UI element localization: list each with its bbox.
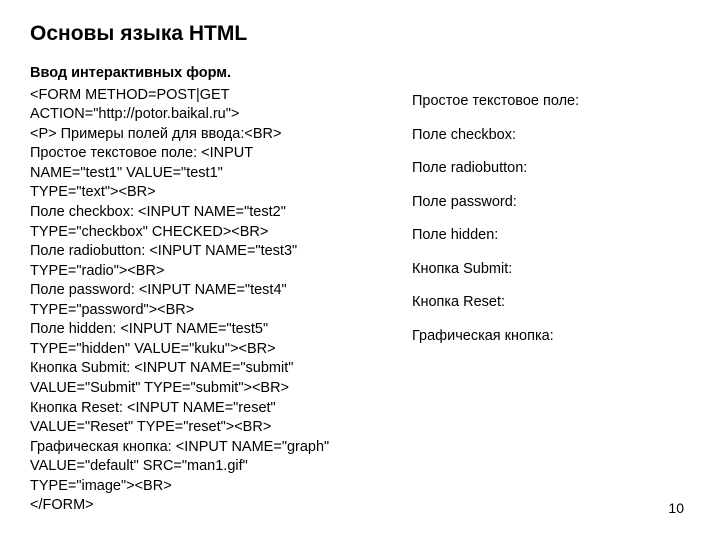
code-line: VALUE="default" SRC="man1.gif"	[30, 457, 372, 477]
left-column: Ввод интерактивных форм. <FORM METHOD=PO…	[30, 64, 372, 516]
output-label: Простое текстовое поле:	[412, 92, 682, 112]
output-label: Поле hidden:	[412, 226, 682, 246]
code-line: Поле radiobutton: <INPUT NAME="test3"	[30, 242, 372, 262]
code-line: Поле hidden: <INPUT NAME="test5"	[30, 320, 372, 340]
code-line: TYPE="hidden" VALUE="kuku"><BR>	[30, 340, 372, 360]
code-line: Кнопка Submit: <INPUT NAME="submit"	[30, 359, 372, 379]
code-line: Кнопка Reset: <INPUT NAME="reset"	[30, 399, 372, 419]
code-line: Простое текстовое поле: <INPUT	[30, 144, 372, 164]
output-label: Поле radiobutton:	[412, 159, 682, 179]
right-column: Простое текстовое поле: Поле checkbox: П…	[412, 64, 682, 516]
code-line: Поле checkbox: <INPUT NAME="test2"	[30, 203, 372, 223]
code-line: TYPE="text"><BR>	[30, 183, 372, 203]
code-line: TYPE="password"><BR>	[30, 301, 372, 321]
output-label: Кнопка Submit:	[412, 260, 682, 280]
code-line: Графическая кнопка: <INPUT NAME="graph"	[30, 438, 372, 458]
columns: Ввод интерактивных форм. <FORM METHOD=PO…	[30, 64, 690, 516]
code-line: Поле password: <INPUT NAME="test4"	[30, 281, 372, 301]
code-line: TYPE="checkbox" CHECKED><BR>	[30, 223, 372, 243]
code-line: TYPE="radio"><BR>	[30, 262, 372, 282]
code-line: ACTION="http://potor.baikal.ru">	[30, 105, 372, 125]
code-line: <P> Примеры полей для ввода:<BR>	[30, 125, 372, 145]
code-line: <FORM METHOD=POST|GET	[30, 86, 372, 106]
code-line: VALUE="Submit" TYPE="submit"><BR>	[30, 379, 372, 399]
code-line: VALUE="Reset" TYPE="reset"><BR>	[30, 418, 372, 438]
output-label: Кнопка Reset:	[412, 293, 682, 313]
output-label: Поле checkbox:	[412, 126, 682, 146]
page-title: Основы языка HTML	[30, 22, 690, 46]
section-subtitle: Ввод интерактивных форм.	[30, 64, 372, 84]
slide: Основы языка HTML Ввод интерактивных фор…	[0, 0, 720, 540]
output-label: Графическая кнопка:	[412, 327, 682, 347]
code-line: NAME="test1" VALUE="test1"	[30, 164, 372, 184]
code-line: TYPE="image"><BR>	[30, 477, 372, 497]
output-label: Поле password:	[412, 193, 682, 213]
page-number: 10	[668, 500, 684, 516]
code-line: </FORM>	[30, 496, 372, 516]
